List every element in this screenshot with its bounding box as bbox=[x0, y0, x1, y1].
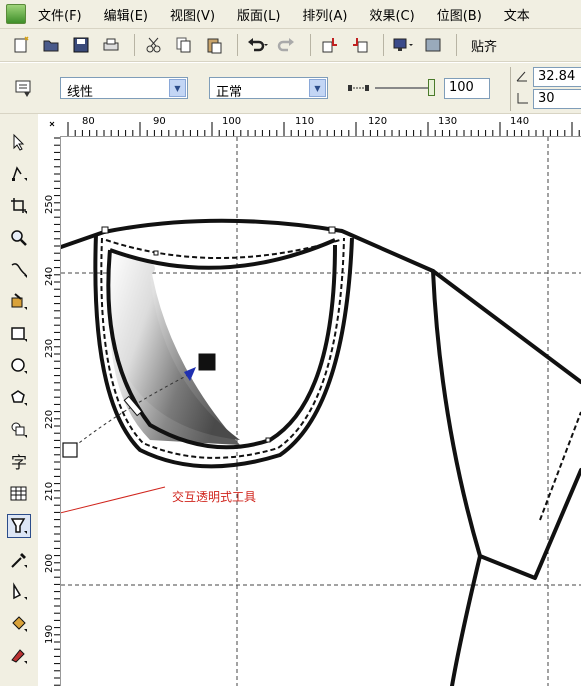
copy-icon[interactable] bbox=[171, 33, 197, 57]
ruler-label: 240 bbox=[44, 266, 55, 286]
pick-tool-icon[interactable] bbox=[7, 130, 31, 154]
eyedropper-tool-icon[interactable] bbox=[7, 548, 31, 572]
menu-bitmap[interactable]: 位图(B) bbox=[437, 5, 482, 24]
annotation-arrow bbox=[61, 486, 166, 514]
toolbar-separator bbox=[456, 34, 457, 56]
ruler-label: 120 bbox=[368, 116, 388, 127]
ruler-label: 230 bbox=[44, 338, 55, 358]
welcome-screen-icon[interactable] bbox=[420, 33, 446, 57]
menu-file[interactable]: 文件(F) bbox=[38, 5, 82, 24]
ruler-label: 80 bbox=[82, 116, 95, 127]
menu-view[interactable]: 视图(V) bbox=[170, 5, 215, 24]
menu-bar: 文件(F) 编辑(E) 视图(V) 版面(L) 排列(A) 效果(C) 位图(B… bbox=[0, 0, 581, 29]
undo-icon[interactable] bbox=[244, 33, 270, 57]
zoom-tool-icon[interactable] bbox=[7, 226, 31, 250]
menu-effects[interactable]: 效果(C) bbox=[369, 5, 414, 24]
menu-edit[interactable]: 编辑(E) bbox=[104, 5, 148, 24]
opacity-slider-thumb[interactable] bbox=[428, 79, 435, 96]
transparency-start-handle[interactable] bbox=[62, 442, 78, 458]
outline-tool-icon[interactable] bbox=[7, 580, 31, 604]
polygon-tool-icon[interactable] bbox=[7, 386, 31, 410]
ruler-label: 130 bbox=[438, 116, 458, 127]
annotation-label: 交互透明式工具 bbox=[172, 490, 257, 504]
ruler-label: 190 bbox=[44, 624, 55, 644]
fill-tool-icon[interactable] bbox=[7, 612, 31, 636]
opacity-icon bbox=[348, 82, 370, 97]
toolbar-separator bbox=[237, 34, 238, 56]
smart-fill-tool-icon[interactable] bbox=[7, 290, 31, 314]
edge-pad-icon bbox=[515, 91, 529, 108]
ruler-label: 210 bbox=[44, 481, 55, 501]
freehand-tool-icon[interactable] bbox=[7, 258, 31, 282]
basic-shapes-tool-icon[interactable] bbox=[7, 418, 31, 442]
toolbox: 字 bbox=[0, 114, 39, 686]
merge-mode-dropdown[interactable]: 正常 ▼ bbox=[209, 77, 328, 100]
vertical-ruler[interactable]: 250 240 230 220 210 200 190 bbox=[38, 136, 61, 686]
edge-pad-input[interactable]: 30 bbox=[533, 89, 581, 109]
transparency-gradient-area bbox=[109, 255, 240, 445]
drawing-canvas[interactable] bbox=[61, 137, 581, 686]
toolbar-separator bbox=[383, 34, 384, 56]
menu-text[interactable]: 文本 bbox=[504, 5, 530, 24]
cut-icon[interactable] bbox=[141, 33, 167, 57]
ruler-label: 90 bbox=[153, 116, 166, 127]
chevron-down-icon[interactable]: ▼ bbox=[169, 79, 186, 97]
svg-text:字: 字 bbox=[11, 453, 27, 472]
export-icon[interactable] bbox=[347, 33, 373, 57]
toolbar-separator bbox=[134, 34, 135, 56]
rectangle-tool-icon[interactable] bbox=[7, 322, 31, 346]
paste-icon[interactable] bbox=[201, 33, 227, 57]
snap-to-button[interactable]: 贴齐 bbox=[471, 36, 497, 55]
new-document-icon[interactable] bbox=[8, 33, 34, 57]
angle-input[interactable]: 32.84 bbox=[533, 67, 581, 87]
table-tool-icon[interactable] bbox=[7, 482, 31, 506]
menu-arrange[interactable]: 排列(A) bbox=[302, 5, 347, 24]
ruler-label: 200 bbox=[44, 553, 55, 573]
property-bar: 线性 ▼ 正常 ▼ 100 32.84 30 bbox=[0, 63, 581, 114]
transparency-type-dropdown[interactable]: 线性 ▼ bbox=[60, 77, 188, 100]
ellipse-tool-icon[interactable] bbox=[7, 354, 31, 378]
print-icon[interactable] bbox=[98, 33, 124, 57]
open-folder-icon[interactable] bbox=[38, 33, 64, 57]
ruler-label: 250 bbox=[44, 194, 55, 214]
transparency-end-handle[interactable] bbox=[197, 352, 217, 372]
toolbar-separator bbox=[310, 34, 311, 56]
menu-layout[interactable]: 版面(L) bbox=[237, 5, 280, 24]
redo-icon[interactable] bbox=[274, 33, 300, 57]
ruler-label: 110 bbox=[295, 116, 315, 127]
toolbar-separator bbox=[510, 67, 511, 111]
save-icon[interactable] bbox=[68, 33, 94, 57]
opacity-input[interactable]: 100 bbox=[444, 78, 490, 99]
transparency-preset-icon[interactable] bbox=[14, 77, 36, 102]
transparency-type-value: 线性 bbox=[67, 85, 94, 100]
interactive-transparency-tool-icon[interactable] bbox=[7, 514, 31, 538]
text-tool-icon[interactable]: 字 bbox=[7, 450, 31, 474]
crop-tool-icon[interactable] bbox=[7, 194, 31, 218]
ruler-label: 100 bbox=[222, 116, 242, 127]
application-launcher-icon[interactable] bbox=[390, 33, 416, 57]
import-icon[interactable] bbox=[317, 33, 343, 57]
shape-tool-icon[interactable] bbox=[7, 162, 31, 186]
app-icon bbox=[6, 4, 26, 24]
ruler-label: 140 bbox=[510, 116, 530, 127]
interactive-fill-tool-icon[interactable] bbox=[7, 644, 31, 668]
standard-toolbar: 贴齐 bbox=[0, 29, 581, 62]
angle-icon bbox=[515, 69, 529, 86]
opacity-slider[interactable] bbox=[375, 87, 435, 89]
ruler-label: 220 bbox=[44, 409, 55, 429]
horizontal-ruler[interactable]: 80 90 100 110 120 130 140 bbox=[38, 114, 581, 137]
chevron-down-icon[interactable]: ▼ bbox=[309, 79, 326, 97]
merge-mode-value: 正常 bbox=[216, 85, 243, 100]
